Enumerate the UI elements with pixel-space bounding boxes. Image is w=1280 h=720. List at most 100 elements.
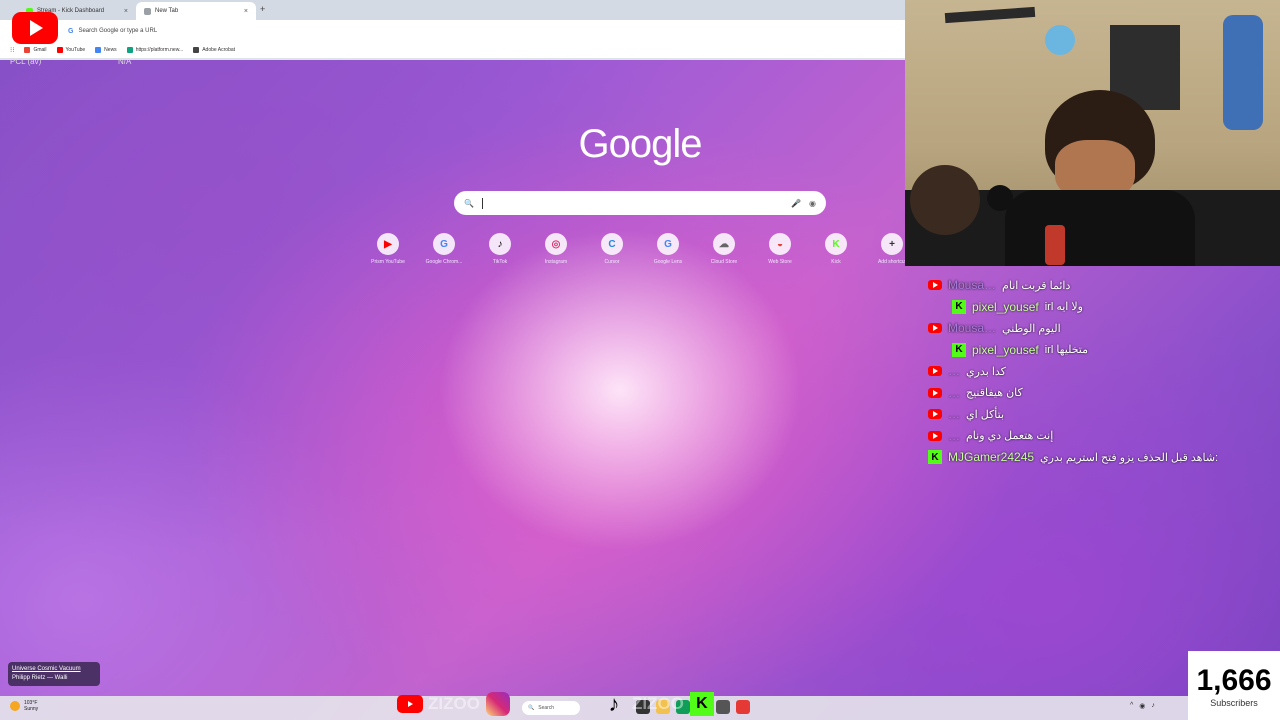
close-icon[interactable]: × bbox=[244, 8, 248, 15]
shortcut-tiles: ▶ Prism YouTube G Google Chrom... ♪ TikTok ◎ In… bbox=[371, 233, 908, 273]
subscriber-count: 1,666 bbox=[1196, 663, 1272, 697]
wall-figure-decor bbox=[1223, 15, 1263, 130]
chat-message: … كان هيفاقنيج bbox=[928, 384, 1023, 402]
youtube-icon bbox=[396, 690, 424, 718]
bookmark-youtube[interactable]: YouTube bbox=[56, 47, 85, 53]
chat-username: MJGamer24245 bbox=[948, 450, 1035, 464]
platform-icon bbox=[126, 47, 133, 53]
shortcut-tile[interactable]: + Add shortcut bbox=[876, 233, 908, 265]
kick-icon: K bbox=[825, 233, 847, 255]
youtube-icon bbox=[56, 47, 63, 53]
red-bottle-decor bbox=[1045, 225, 1065, 265]
wall-sword-decor bbox=[944, 6, 1036, 24]
chat-text: irl متخليها bbox=[1044, 344, 1089, 356]
cloud-icon: ☁ bbox=[713, 233, 735, 255]
shortcut-tile[interactable]: G Google Chrom... bbox=[426, 233, 462, 265]
bookmark-label: Gmail bbox=[33, 47, 47, 53]
wall-sticker-decor bbox=[1045, 25, 1075, 55]
shortcut-label: Cursor bbox=[604, 259, 620, 265]
search-input[interactable] bbox=[490, 198, 784, 208]
chat-text: شاهد قبل الحذف يزو فتح استريم بدري: bbox=[1040, 451, 1219, 464]
tab-new-tab[interactable]: New Tab × bbox=[136, 2, 256, 20]
bookmarks-bar: ⁝⁝ Gmail YouTube News https://platform.n… bbox=[0, 42, 905, 58]
youtube-icon bbox=[928, 366, 942, 376]
kick-icon: K bbox=[952, 299, 966, 314]
bookmark-news[interactable]: News bbox=[95, 47, 117, 53]
chat-message: Mousa… اليوم الوطني bbox=[928, 319, 1061, 337]
shortcut-tile[interactable]: G Google Lens bbox=[652, 233, 684, 265]
chevron-up-icon[interactable]: ^ bbox=[1130, 702, 1133, 710]
plus-icon: + bbox=[881, 233, 903, 255]
bookmark-platform[interactable]: https://platform.new... bbox=[126, 47, 184, 53]
address-bar-placeholder: Search Google or type a URL bbox=[78, 28, 158, 34]
shortcut-label: Kick bbox=[831, 259, 841, 265]
youtube-icon: ▶ bbox=[377, 233, 399, 255]
shortcut-label: Web Store bbox=[768, 259, 792, 265]
new-tab-plus-icon[interactable]: + bbox=[260, 4, 265, 14]
bookmark-label: Adobe Acrobat bbox=[202, 47, 236, 53]
network-icon[interactable]: ◉ bbox=[1139, 702, 1145, 710]
instagram-icon: ◎ bbox=[545, 233, 567, 255]
overlay-meta-left: PCL (av) bbox=[10, 57, 42, 66]
shortcut-label: Google Lens bbox=[653, 259, 683, 265]
globe-icon bbox=[144, 7, 151, 15]
camera-lens-icon[interactable]: ◉ bbox=[809, 199, 816, 208]
chat-username: pixel_yousef bbox=[972, 342, 1039, 357]
chat-text: إنت هتعمل دي ونام bbox=[966, 430, 1054, 442]
social-handle-youtube: ZIZOO bbox=[428, 694, 480, 713]
instagram-icon bbox=[484, 690, 512, 718]
youtube-icon bbox=[928, 387, 942, 398]
chat-text: بتأكل اي bbox=[966, 408, 1005, 421]
sun-icon bbox=[10, 701, 20, 711]
close-icon[interactable]: × bbox=[124, 8, 128, 15]
chat-username: Mousa… bbox=[948, 321, 997, 335]
wallpaper-credit[interactable]: Universe Cosmic Vacuum Philipp Rietz — W… bbox=[8, 662, 100, 686]
cursor-icon: C bbox=[601, 233, 623, 255]
shortcut-tile[interactable]: ♪ TikTok bbox=[484, 233, 516, 265]
shortcut-label: Cloud Store bbox=[710, 259, 738, 265]
toolbar: G Search Google or type a URL bbox=[0, 20, 905, 42]
microphone-icon[interactable]: 🎤 bbox=[791, 199, 801, 208]
apps-grid-icon[interactable]: ⁝⁝ bbox=[10, 46, 14, 54]
chat-username: … bbox=[948, 428, 960, 443]
subscriber-counter: 1,666 Subscribers bbox=[1188, 651, 1280, 720]
shortcut-tile[interactable]: ☁ Cloud Store bbox=[708, 233, 740, 265]
weather-widget[interactable]: 103°F Sunny bbox=[10, 700, 38, 712]
gmail-icon bbox=[24, 47, 31, 53]
text-caret bbox=[481, 197, 483, 209]
address-bar[interactable]: G Search Google or type a URL bbox=[60, 24, 760, 38]
youtube-icon bbox=[928, 323, 942, 333]
shortcut-label: Instagram bbox=[544, 259, 568, 265]
chat-username: … bbox=[948, 407, 960, 421]
chat-message: … إنت هتعمل دي ونام bbox=[928, 427, 1053, 445]
wallpaper-author: Philipp Rietz — Walli bbox=[12, 675, 68, 681]
webstore-icon: ◒ bbox=[769, 233, 791, 255]
shortcut-tile[interactable]: ◒ Web Store bbox=[764, 233, 796, 265]
acrobat-icon bbox=[193, 47, 200, 53]
google-icon: G bbox=[68, 27, 74, 35]
shortcut-tile[interactable]: ◎ Instagram bbox=[540, 233, 572, 265]
search-icon: 🔍 bbox=[464, 198, 474, 208]
tiktok-icon: ♪ bbox=[608, 691, 620, 716]
weather-desc: Sunny bbox=[24, 706, 39, 712]
bookmark-adobe-acrobat[interactable]: Adobe Acrobat bbox=[193, 47, 235, 53]
shortcut-label: Google Chrom... bbox=[425, 259, 463, 265]
bookmark-gmail[interactable]: Gmail bbox=[24, 47, 47, 53]
wallpaper-title[interactable]: Universe Cosmic Vacuum bbox=[12, 665, 96, 674]
system-tray: ^ ◉ ♪ bbox=[1130, 702, 1155, 710]
google-icon: G bbox=[433, 233, 455, 255]
chat-username: … bbox=[948, 364, 960, 378]
obs-icon[interactable] bbox=[736, 700, 750, 714]
app-icon[interactable] bbox=[716, 700, 730, 714]
shortcut-tile[interactable]: K Kick bbox=[820, 233, 852, 265]
youtube-icon bbox=[928, 409, 942, 419]
shortcut-tile[interactable]: ▶ Prism YouTube bbox=[371, 233, 405, 265]
news-icon bbox=[95, 47, 102, 53]
google-icon: G bbox=[657, 233, 679, 255]
google-search-box[interactable]: 🔍 🎤 ◉ bbox=[454, 191, 826, 215]
shortcut-tile[interactable]: C Cursor bbox=[596, 233, 628, 265]
social-handles-overlay: ZIZOO ♪ ZIZOO K bbox=[396, 688, 716, 720]
bookmark-label: https://platform.new... bbox=[135, 47, 184, 53]
volume-icon[interactable]: ♪ bbox=[1151, 702, 1155, 710]
youtube-icon bbox=[928, 280, 942, 290]
